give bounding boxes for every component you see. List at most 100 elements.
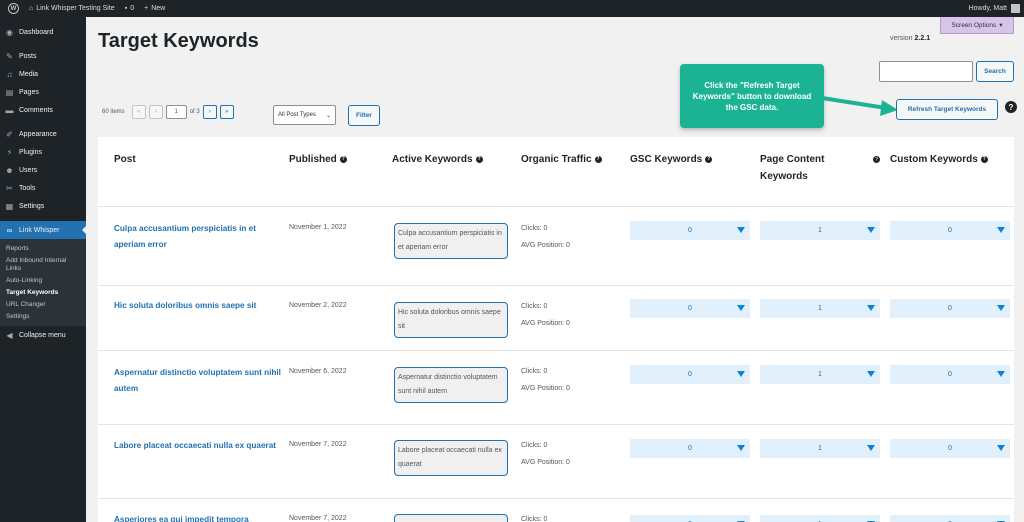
plus-icon: +	[144, 5, 149, 12]
refresh-target-keywords-button[interactable]: Refresh Target Keywords	[896, 99, 998, 120]
sidebar-item-appearance[interactable]: ✐ Appearance	[0, 125, 86, 143]
active-keyword-box[interactable]: Aspernatur distinctio voluptatem sunt ni…	[394, 367, 508, 403]
question-icon[interactable]: ?	[475, 155, 483, 163]
prev-page-button[interactable]: ‹	[148, 105, 163, 119]
gsc-keywords-select[interactable]: 0	[630, 299, 750, 318]
question-icon[interactable]: ?	[339, 155, 347, 163]
submenu-url-changer[interactable]: URL Changer	[0, 299, 86, 311]
table-row: Asperiores ea qui impedit tempora Novemb…	[98, 499, 1014, 522]
clicks: Clicks: 0	[521, 225, 548, 232]
sidebar-item-posts[interactable]: ✎ Posts	[0, 47, 86, 65]
select-value: 1	[818, 445, 822, 452]
sidebar-item-media[interactable]: ♫ Media	[0, 65, 86, 83]
sidebar-item-pages[interactable]: ▤ Pages	[0, 83, 86, 101]
select-value: 0	[948, 445, 952, 452]
post-title-link[interactable]: Labore placeat occaecati nulla ex quaera…	[114, 438, 282, 454]
filter-button[interactable]: Filter	[348, 105, 380, 126]
table-header: Post Published? Active Keywords? Organic…	[98, 137, 1014, 207]
post-title-link[interactable]: Hic soluta doloribus omnis saepe sit	[114, 298, 282, 314]
col-published[interactable]: Published?	[289, 151, 347, 168]
col-custom-keywords[interactable]: Custom Keywords?	[890, 151, 988, 168]
col-gsc-keywords[interactable]: GSC Keywords?	[630, 151, 713, 168]
col-active-keywords[interactable]: Active Keywords?	[392, 151, 483, 168]
submenu-auto-linking[interactable]: Auto-Linking	[0, 275, 86, 287]
post-title-link[interactable]: Culpa accusantium perspiciatis in et ape…	[114, 221, 282, 253]
gsc-keywords-select[interactable]: 0	[630, 515, 750, 522]
last-page-button[interactable]: »	[219, 105, 234, 119]
wordpress-logo-icon: W	[8, 3, 19, 14]
page-content-keywords-select[interactable]: 1	[760, 299, 880, 318]
col-organic-traffic[interactable]: Organic Traffic?	[521, 151, 602, 168]
sidebar-item-link-whisper[interactable]: ∞ Link Whisper	[0, 221, 86, 239]
dashboard-icon: ◉	[6, 27, 13, 37]
question-icon[interactable]: ?	[980, 155, 988, 163]
first-page-button[interactable]: «	[131, 105, 146, 119]
next-page-button[interactable]: ›	[202, 105, 217, 119]
page-content-keywords-select[interactable]: 1	[760, 439, 880, 458]
new-label: New	[151, 5, 166, 12]
organic-traffic: Clicks: 0 AVG Position: 0	[521, 220, 570, 254]
site-name-link[interactable]: ⌂ Link Whisper Testing Site	[24, 0, 120, 17]
version-label: version	[890, 35, 913, 42]
gsc-keywords-select[interactable]: 0	[630, 221, 750, 240]
screen-options-button[interactable]: Screen Options ▾	[940, 17, 1014, 34]
current-page-input[interactable]: 1	[165, 105, 187, 119]
submenu-add-inbound-links[interactable]: Add Inbound Internal Links	[0, 255, 86, 275]
caret-down-icon	[737, 445, 745, 451]
custom-keywords-select[interactable]: 0	[890, 365, 1010, 384]
submenu-reports[interactable]: Reports	[0, 243, 86, 255]
custom-keywords-select[interactable]: 0	[890, 515, 1010, 522]
col-page-content-keywords[interactable]: Page Content Keywords	[760, 151, 850, 185]
admin-sidebar: ◉ Dashboard ✎ Posts ♫ Media ▤ Pages ▬ Comment…	[0, 17, 86, 522]
collapse-menu-button[interactable]: ◀ Collapse menu	[0, 326, 86, 344]
active-keyword-box[interactable]	[394, 514, 508, 522]
post-type-select[interactable]: All Post Types ⌄	[273, 105, 336, 125]
page-content-keywords-select[interactable]: 1	[760, 365, 880, 384]
custom-keywords-select[interactable]: 0	[890, 439, 1010, 458]
comments-link[interactable]: ▪ 0	[120, 0, 139, 17]
question-icon[interactable]: ?	[705, 155, 713, 163]
comments-count: 0	[130, 5, 135, 12]
submenu-target-keywords[interactable]: Target Keywords	[0, 287, 86, 299]
col-post[interactable]: Post	[114, 151, 136, 168]
custom-keywords-select[interactable]: 0	[890, 221, 1010, 240]
active-keyword-box[interactable]: Culpa accusantium perspiciatis in et ape…	[394, 223, 508, 259]
sidebar-item-tools[interactable]: ✂ Tools	[0, 179, 86, 197]
sidebar-item-dashboard[interactable]: ◉ Dashboard	[0, 23, 86, 41]
custom-keywords-select[interactable]: 0	[890, 299, 1010, 318]
search-input[interactable]	[879, 61, 973, 82]
question-icon[interactable]: ?	[594, 155, 602, 163]
sidebar-item-users[interactable]: ☻ Users	[0, 161, 86, 179]
caret-down-icon	[737, 371, 745, 377]
search-button[interactable]: Search	[976, 61, 1014, 82]
col-label: GSC Keywords	[630, 154, 703, 165]
wp-logo-menu[interactable]: W	[0, 0, 24, 17]
post-title-link[interactable]: Aspernatur distinctio voluptatem sunt ni…	[114, 365, 282, 397]
keywords-table: Post Published? Active Keywords? Organic…	[98, 137, 1014, 522]
page-content-keywords-select[interactable]: 1	[760, 515, 880, 522]
sidebar-item-settings[interactable]: ▦ Settings	[0, 197, 86, 215]
col-label: Page Content Keywords	[760, 154, 825, 182]
new-content-link[interactable]: + New	[139, 0, 170, 17]
sidebar-item-comments[interactable]: ▬ Comments	[0, 101, 86, 119]
sidebar-item-plugins[interactable]: ⚡ Plugins	[0, 143, 86, 161]
page-content-keywords-select[interactable]: 1	[760, 221, 880, 240]
sidebar-item-label: Posts	[19, 52, 37, 60]
question-icon[interactable]: ?	[873, 156, 880, 163]
gsc-keywords-select[interactable]: 0	[630, 439, 750, 458]
avg-position: AVG Position: 0	[521, 242, 570, 249]
account-menu[interactable]: Howdy, Matt	[969, 0, 1020, 17]
col-label: Published	[289, 154, 337, 165]
submenu-settings[interactable]: Settings	[0, 311, 86, 323]
active-keyword-box[interactable]: Hic soluta doloribus omnis saepe sit	[394, 302, 508, 338]
active-keyword-box[interactable]: Labore placeat occaecati nulla ex quaera…	[394, 440, 508, 476]
avg-position: AVG Position: 0	[521, 385, 570, 392]
sidebar-item-label: Tools	[19, 184, 36, 192]
wrench-icon: ✂	[6, 183, 13, 193]
plugin-version: version 2.2.1	[890, 35, 930, 42]
howdy-text: Howdy, Matt	[968, 5, 1007, 12]
post-title-link[interactable]: Asperiores ea qui impedit tempora	[114, 512, 282, 522]
select-value: 0	[688, 445, 692, 452]
gsc-keywords-select[interactable]: 0	[630, 365, 750, 384]
help-icon[interactable]: ?	[1005, 101, 1017, 113]
